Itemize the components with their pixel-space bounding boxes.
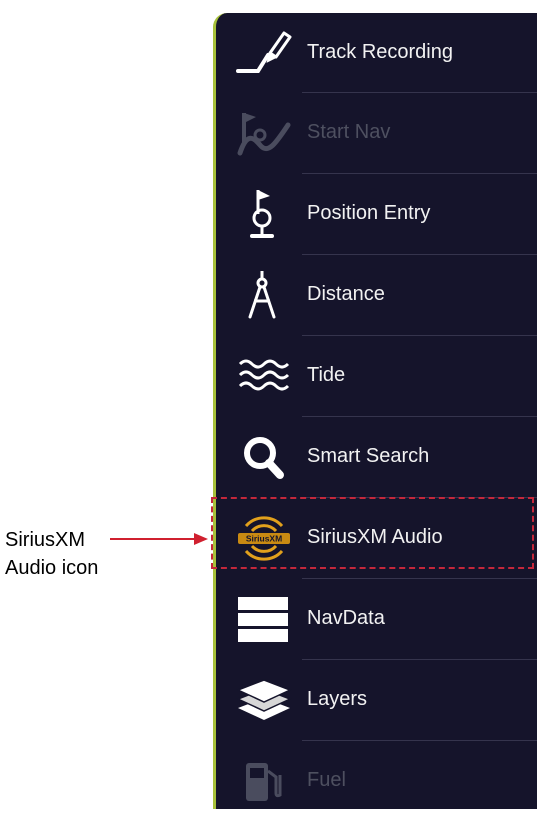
tide-waves-icon bbox=[232, 347, 296, 405]
magnifier-icon bbox=[232, 428, 296, 486]
menu-item-label: Tide bbox=[307, 364, 346, 386]
fuel-pump-icon bbox=[232, 752, 296, 810]
siriusxm-highlight-box bbox=[211, 497, 534, 569]
menu-item-label: Fuel bbox=[307, 769, 346, 791]
menu-item-label: Position Entry bbox=[307, 202, 431, 224]
menu-item-label: Smart Search bbox=[307, 445, 430, 467]
distance-compass-icon bbox=[232, 266, 296, 324]
menu-item-label: NavData bbox=[307, 607, 385, 629]
layers-icon bbox=[232, 671, 296, 729]
menu-item-distance[interactable]: Distance bbox=[216, 255, 537, 334]
menu-item-position-entry[interactable]: Position Entry bbox=[216, 174, 537, 253]
start-nav-icon bbox=[232, 104, 296, 162]
menu-item-smart-search[interactable]: Smart Search bbox=[216, 417, 537, 496]
menu-item-layers[interactable]: Layers bbox=[216, 660, 537, 739]
position-entry-icon bbox=[232, 185, 296, 243]
side-menu-panel: Track Recording Start Nav Position Entry… bbox=[213, 13, 537, 809]
callout-line-2: Audio icon bbox=[5, 557, 99, 579]
navdata-icon bbox=[232, 590, 296, 648]
menu-item-tide[interactable]: Tide bbox=[216, 336, 537, 415]
menu-item-label: Track Recording bbox=[307, 41, 453, 63]
menu-item-label: Distance bbox=[307, 283, 385, 305]
menu-item-label: Start Nav bbox=[307, 121, 391, 143]
menu-item-fuel[interactable]: Fuel bbox=[216, 741, 537, 820]
menu-item-label: Layers bbox=[307, 688, 368, 710]
menu-item-navdata[interactable]: NavData bbox=[216, 579, 537, 658]
menu-item-start-nav[interactable]: Start Nav bbox=[216, 93, 537, 172]
track-recording-icon bbox=[232, 24, 296, 82]
callout-arrow-icon bbox=[110, 533, 208, 545]
menu-item-track-recording[interactable]: Track Recording bbox=[216, 13, 537, 92]
